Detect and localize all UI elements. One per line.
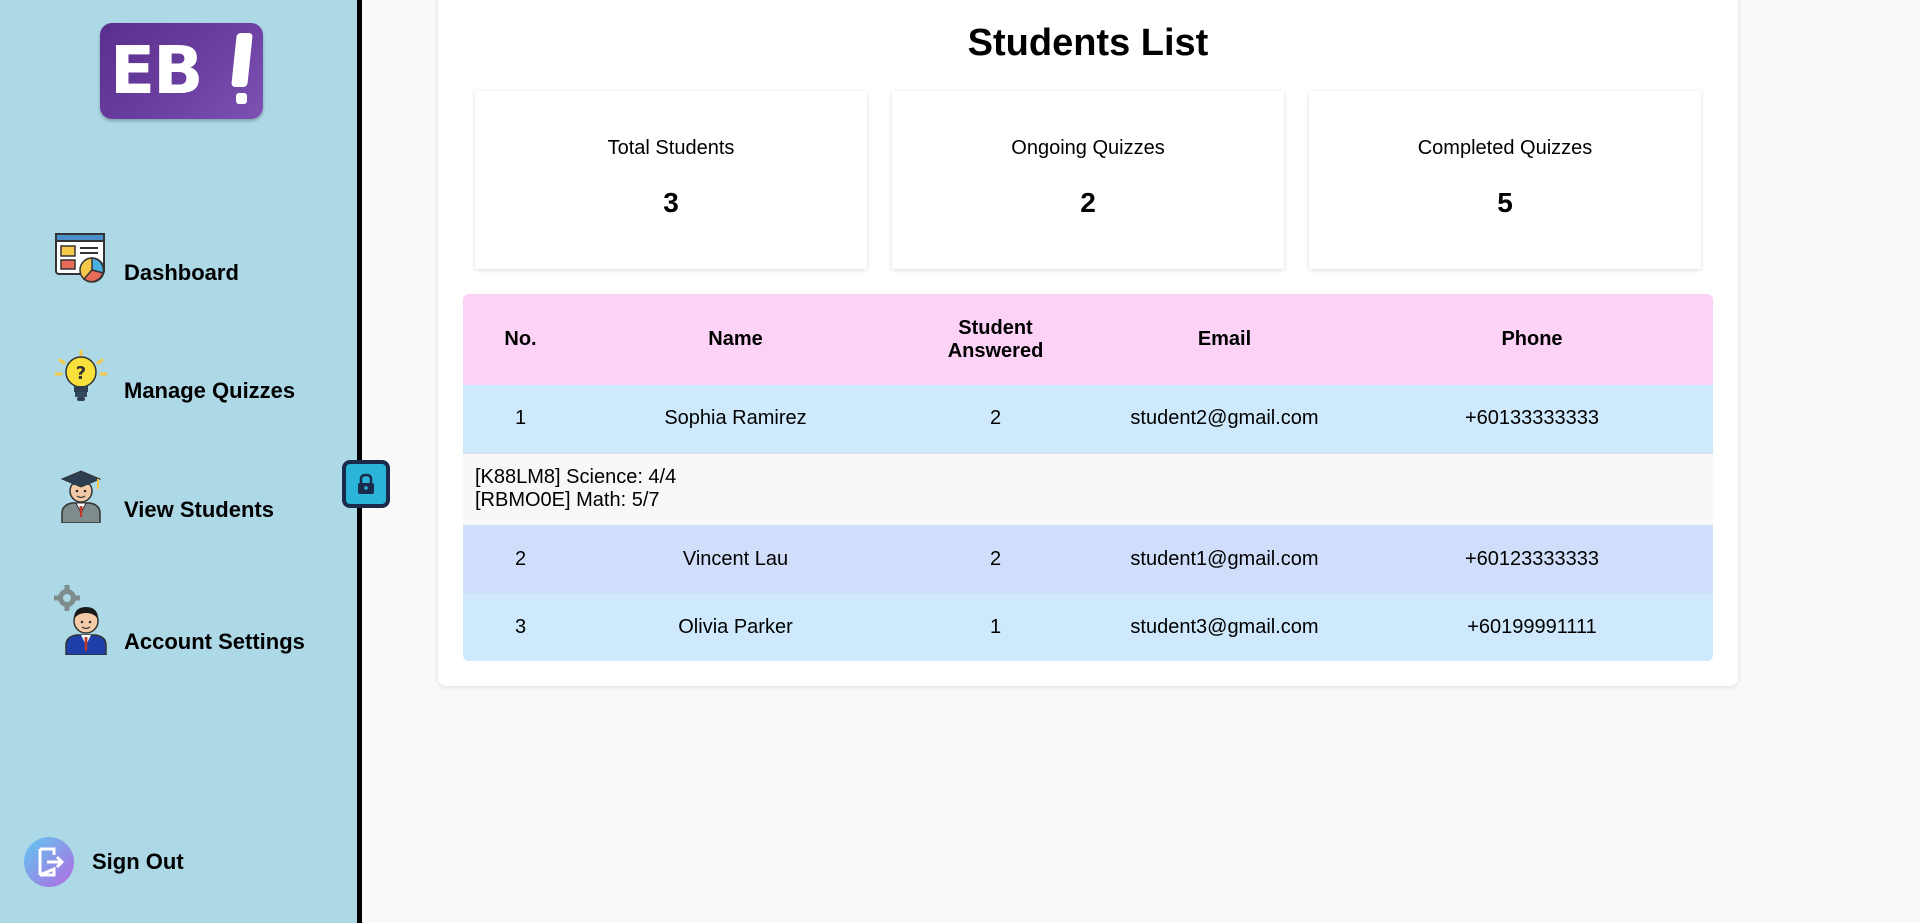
column-header-name: Name — [578, 294, 893, 385]
cell-phone: +60133333333 — [1351, 385, 1713, 453]
stat-label: Completed Quizzes — [1417, 137, 1593, 159]
page-title: Students List — [967, 22, 1209, 64]
svg-text:?: ? — [76, 363, 86, 384]
table-header-row: No. Name Student Answered Email Phone — [463, 294, 1713, 385]
quiz-results-detail: [K88LM8] Science: 4/4 [RBMO0E] Math: 5/7 — [463, 452, 1713, 525]
sidebar-item-label: Manage Quizzes — [124, 378, 296, 403]
sign-out-label: Sign Out — [92, 849, 184, 874]
sidebar: EB Dashboard ? Manage Quizzes View Stude… — [0, 0, 362, 923]
sidebar-item-view-students[interactable]: View Students — [54, 469, 274, 523]
cell-answered: 1 — [893, 593, 1098, 661]
cell-email: student3@gmail.com — [1098, 593, 1351, 661]
sidebar-item-label: Dashboard — [124, 260, 239, 285]
logo-exclamation-dot — [236, 93, 247, 104]
cell-answered: 2 — [893, 525, 1098, 593]
sign-out-button[interactable]: Sign Out — [24, 837, 184, 887]
students-panel: Students List Total Students 3 Ongoing Q… — [438, 0, 1738, 686]
table-row[interactable]: 1 Sophia Ramirez 2 student2@gmail.com +6… — [463, 385, 1713, 453]
sidebar-item-account-settings[interactable]: Account Settings — [54, 585, 305, 655]
cell-no: 1 — [463, 385, 578, 453]
cell-phone: +60199991111 — [1351, 593, 1713, 661]
stat-value: 3 — [663, 187, 679, 218]
students-table: No. Name Student Answered Email Phone 1 … — [463, 294, 1713, 661]
cell-name: Vincent Lau — [578, 525, 893, 593]
logo-text: EB — [110, 32, 203, 109]
cell-phone: +60123333333 — [1351, 525, 1713, 593]
sidebar-lock-toggle[interactable] — [342, 460, 390, 508]
cell-answered: 2 — [893, 385, 1098, 453]
lightbulb-question-icon: ? — [54, 350, 108, 401]
cell-email: student2@gmail.com — [1098, 385, 1351, 453]
stat-card-ongoing-quizzes: Ongoing Quizzes 2 — [892, 91, 1284, 269]
cell-name: Sophia Ramirez — [578, 385, 893, 453]
sign-out-icon — [24, 837, 74, 887]
stat-label: Ongoing Quizzes — [1011, 137, 1165, 159]
app-logo[interactable]: EB — [100, 23, 263, 119]
cell-no: 3 — [463, 593, 578, 661]
cell-name: Olivia Parker — [578, 593, 893, 661]
lock-icon — [358, 473, 374, 494]
column-header-no: No. — [463, 294, 578, 385]
table-row-detail: [K88LM8] Science: 4/4 [RBMO0E] Math: 5/7 — [463, 452, 1713, 525]
table-row[interactable]: 2 Vincent Lau 2 student1@gmail.com +6012… — [463, 525, 1713, 593]
stat-label: Total Students — [607, 137, 735, 159]
stat-value: 5 — [1497, 187, 1513, 218]
sidebar-item-manage-quizzes[interactable]: ? Manage Quizzes — [54, 350, 295, 404]
dashboard-icon — [55, 233, 105, 283]
column-header-phone: Phone — [1351, 294, 1713, 385]
cell-no: 2 — [463, 525, 578, 593]
sidebar-item-dashboard[interactable]: Dashboard — [54, 232, 239, 286]
user-settings-icon — [54, 585, 107, 655]
column-header-student-answered: Student Answered — [893, 294, 1098, 385]
stat-card-completed-quizzes: Completed Quizzes 5 — [1309, 91, 1701, 269]
quiz-result-line: [K88LM8] Science: 4/4 — [475, 466, 677, 489]
sidebar-item-label: Account Settings — [124, 629, 305, 654]
stat-value: 2 — [1080, 187, 1096, 218]
quiz-result-line: [RBMO0E] Math: 5/7 — [475, 489, 660, 512]
column-header-email: Email — [1098, 294, 1351, 385]
sidebar-item-label: View Students — [124, 497, 274, 522]
table-row[interactable]: 3 Olivia Parker 1 student3@gmail.com +60… — [463, 593, 1713, 661]
logo-exclamation-mark — [231, 33, 253, 87]
graduate-student-icon — [60, 470, 102, 523]
stat-card-total-students: Total Students 3 — [475, 91, 867, 269]
cell-email: student1@gmail.com — [1098, 525, 1351, 593]
